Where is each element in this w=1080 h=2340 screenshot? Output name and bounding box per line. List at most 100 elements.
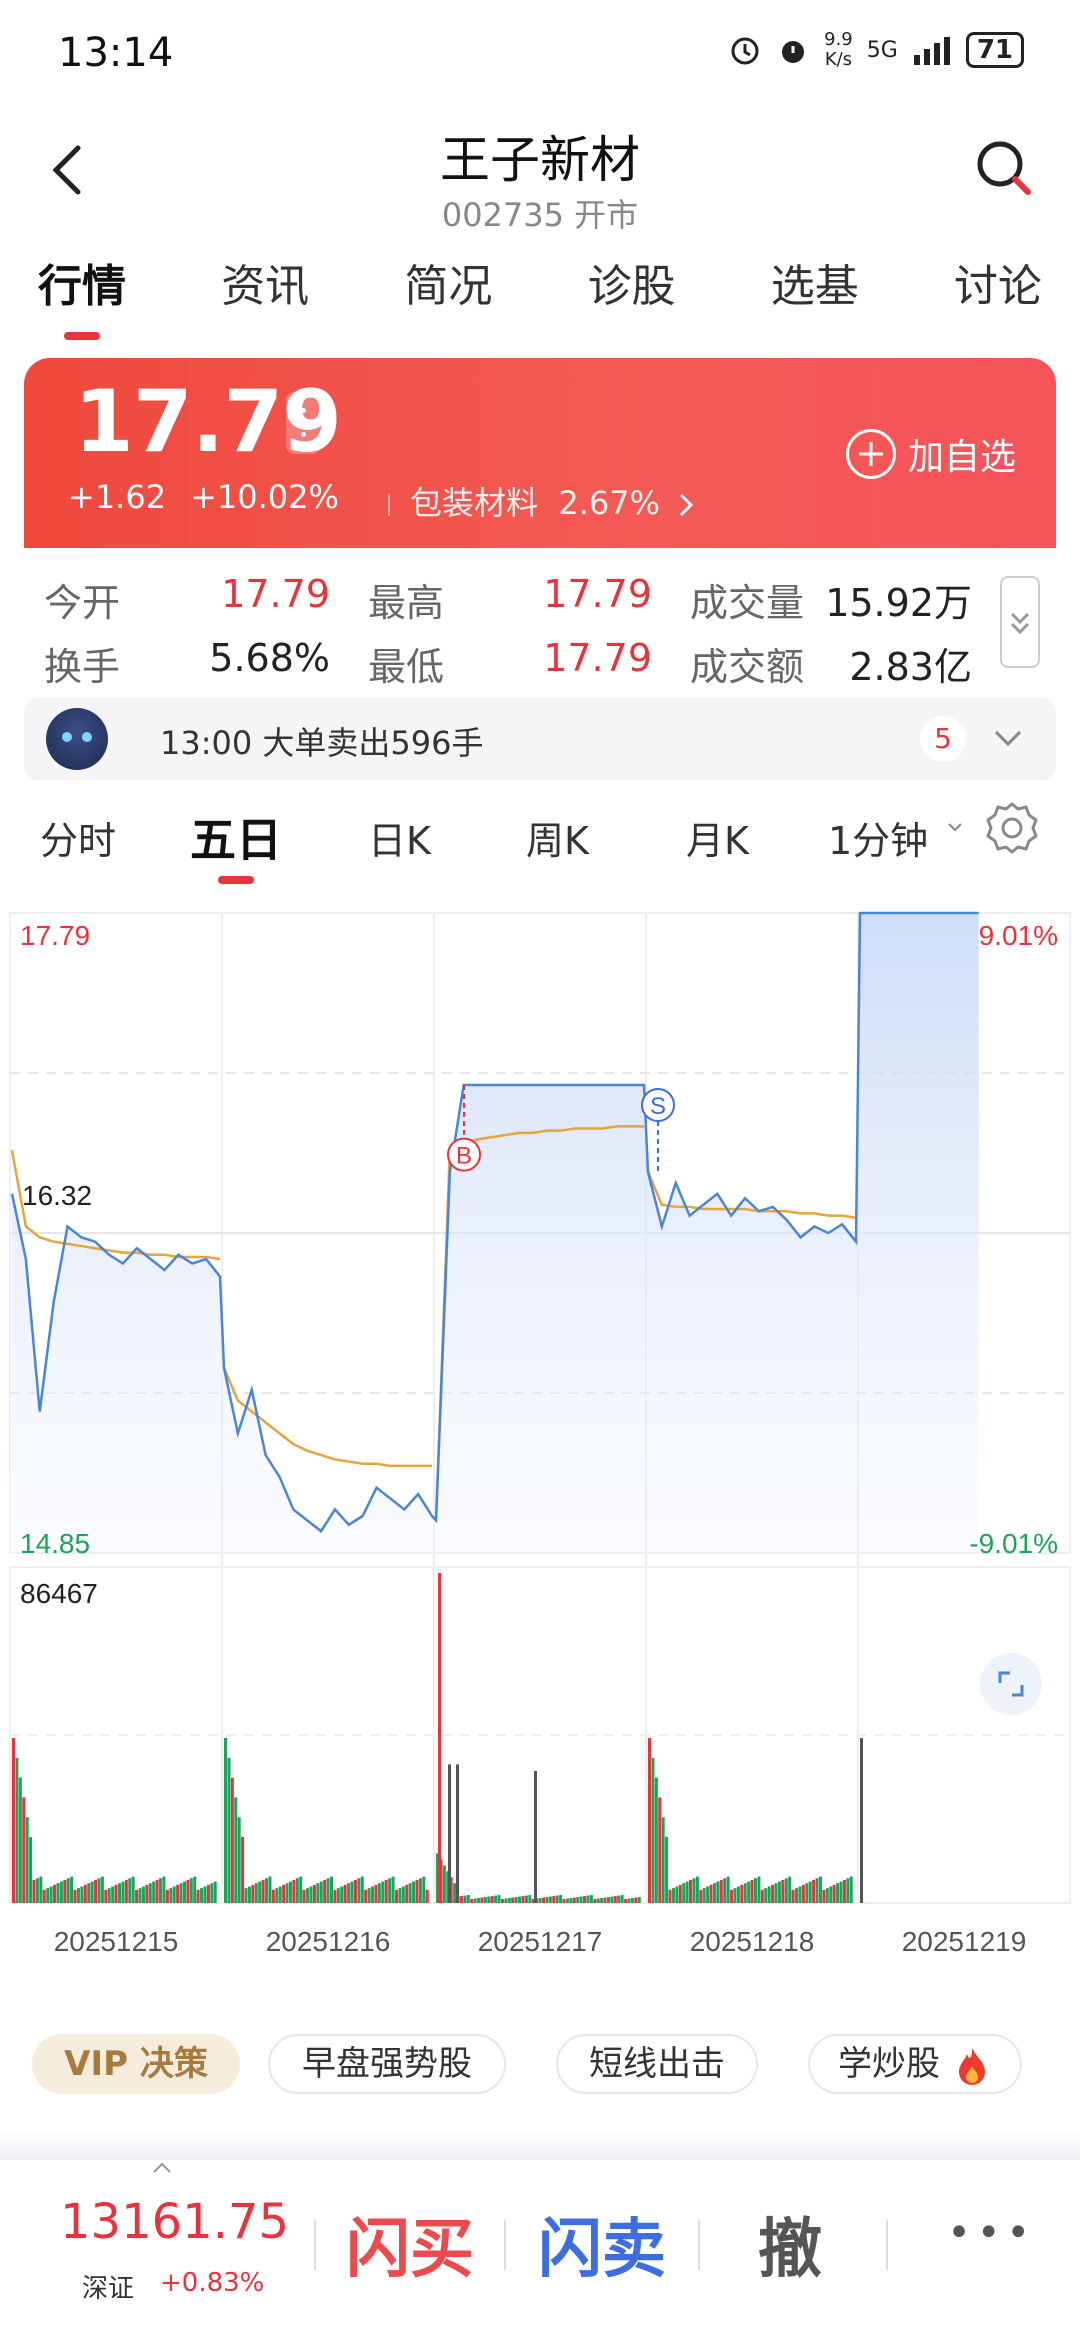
volume-bar xyxy=(162,1876,166,1903)
sector-name: 包装材料 xyxy=(410,484,539,522)
volume-bar xyxy=(470,1899,474,1903)
chart-canvas[interactable]: B S 17.79 9.01% 16.32 14.85 -9.01% 86467 202512… xyxy=(0,905,1080,1975)
volume-bar xyxy=(678,1884,682,1903)
volume-bar xyxy=(671,1888,675,1903)
robot-avatar-icon xyxy=(46,708,108,770)
tab-quote[interactable]: 行情 xyxy=(38,250,126,330)
volume-bar xyxy=(586,1895,590,1903)
volume-bar xyxy=(49,1886,53,1903)
volume-bar xyxy=(398,1888,402,1903)
volume-bar xyxy=(391,1876,395,1903)
more-icon[interactable]: ••• xyxy=(947,2210,1036,2256)
tab-intraday[interactable]: 分时 xyxy=(40,810,116,865)
gear-icon[interactable] xyxy=(984,800,1040,856)
volume-bar xyxy=(784,1878,788,1903)
alert-bar[interactable]: 13:00 大单卖出596手 5 xyxy=(24,698,1056,780)
chip-vip-decision[interactable]: VIP 决策 xyxy=(32,2034,240,2094)
bottom-trade-bar: 13161.75 深证 +0.83% 闪买 闪卖 撤 ••• xyxy=(0,2160,1080,2340)
sector-link[interactable]: 包装材料 2.67% xyxy=(388,478,696,524)
volume-bar xyxy=(702,1888,706,1903)
volume-bar xyxy=(685,1881,689,1903)
tab-funds[interactable]: 选基 xyxy=(771,250,859,330)
volume-bar xyxy=(374,1884,378,1903)
volume-bar xyxy=(333,1889,337,1903)
chip-learn-trading[interactable]: 学炒股 xyxy=(808,2034,1022,2094)
change-percent: +10.02% xyxy=(190,478,339,516)
volume-bar xyxy=(193,1876,197,1903)
sell-marker-label: S xyxy=(650,1093,666,1120)
volume-bar xyxy=(815,1878,819,1903)
tab-profile[interactable]: 简况 xyxy=(404,250,492,330)
volume-bar xyxy=(179,1883,183,1903)
volume-bar xyxy=(593,1899,597,1903)
volume-bar xyxy=(46,1888,50,1903)
fullscreen-button[interactable] xyxy=(980,1653,1042,1715)
volume-bar xyxy=(73,1889,77,1903)
more-vertical-icon[interactable] xyxy=(286,392,320,454)
chevron-down-icon[interactable] xyxy=(990,720,1026,756)
volume-bar xyxy=(312,1884,316,1903)
flash-sell-button[interactable]: 闪卖 xyxy=(538,2198,666,2290)
volume-bar xyxy=(542,1897,545,1903)
volume-bar xyxy=(25,1817,29,1903)
volume-bar xyxy=(29,1837,33,1903)
volume-bar xyxy=(227,1757,231,1903)
volume-bar xyxy=(832,1884,836,1903)
tab-five-day[interactable]: 五日 xyxy=(190,804,282,870)
volume-bar xyxy=(94,1879,98,1903)
volume-bar xyxy=(545,1897,549,1903)
divider-shadow xyxy=(0,2130,1080,2160)
volume-bar xyxy=(138,1888,142,1903)
volume-bar xyxy=(107,1888,111,1903)
volume-bar xyxy=(760,1889,764,1903)
chart-tabs: 分时 五日 日K 周K 月K 1分钟 xyxy=(0,800,1080,880)
low-value: 17.79 xyxy=(543,636,652,680)
volume-bar xyxy=(736,1886,740,1903)
tab-news[interactable]: 资讯 xyxy=(221,250,309,330)
volume-bar xyxy=(719,1879,723,1903)
volume-bar xyxy=(589,1895,593,1903)
caret-up-icon[interactable] xyxy=(150,2160,174,2176)
flash-buy-button[interactable]: 闪买 xyxy=(346,2198,474,2290)
volume-bar xyxy=(743,1883,747,1903)
volume-spike xyxy=(860,1738,863,1903)
volume-bar xyxy=(247,1886,251,1903)
volume-bar xyxy=(839,1881,843,1903)
expand-stats-button[interactable] xyxy=(1000,576,1040,668)
search-icon[interactable] xyxy=(972,136,1036,200)
header: 王子新材 002735 开市 xyxy=(0,100,1080,240)
tab-daily-k[interactable]: 日K xyxy=(368,810,431,865)
chip-short-term[interactable]: 短线出击 xyxy=(556,2034,758,2094)
volume-bar xyxy=(237,1817,241,1903)
five-day-chart[interactable]: B S 17.79 9.01% 16.32 14.85 -9.01% 86467 202512… xyxy=(0,905,1080,1975)
add-watchlist-label: 加自选 xyxy=(907,437,1016,478)
volume-bar xyxy=(394,1889,398,1903)
volume-bar xyxy=(367,1888,371,1903)
volume-bar xyxy=(401,1886,405,1903)
tab-diagnosis[interactable]: 诊股 xyxy=(588,250,676,330)
tab-one-minute[interactable]: 1分钟 xyxy=(828,810,928,865)
volume-bar xyxy=(80,1886,84,1903)
volume-bar xyxy=(200,1888,204,1903)
volume-bar xyxy=(788,1876,792,1903)
cancel-order-button[interactable]: 撤 xyxy=(758,2198,822,2290)
volume-bar xyxy=(627,1898,631,1903)
volume-bar xyxy=(565,1898,569,1903)
volume-bar xyxy=(87,1883,91,1903)
volume-bar xyxy=(425,1889,429,1903)
add-watchlist-button[interactable]: 加自选 xyxy=(845,428,1016,480)
volume-bar xyxy=(791,1889,795,1903)
volume-bar xyxy=(42,1889,46,1903)
tab-discussion[interactable]: 讨论 xyxy=(954,250,1042,330)
tab-weekly-k[interactable]: 周K xyxy=(526,810,589,865)
volume-bar xyxy=(757,1876,761,1903)
stock-name: 王子新材 xyxy=(440,131,640,189)
volume-bar xyxy=(480,1897,484,1903)
tab-monthly-k[interactable]: 月K xyxy=(686,810,749,865)
index-value[interactable]: 13161.75 xyxy=(60,2194,289,2250)
chip-early-strong[interactable]: 早盘强势股 xyxy=(268,2034,506,2094)
volume-bar xyxy=(453,1883,457,1903)
volume-bar xyxy=(709,1884,713,1903)
volume-bar xyxy=(353,1879,357,1903)
volume-bar xyxy=(422,1876,426,1903)
